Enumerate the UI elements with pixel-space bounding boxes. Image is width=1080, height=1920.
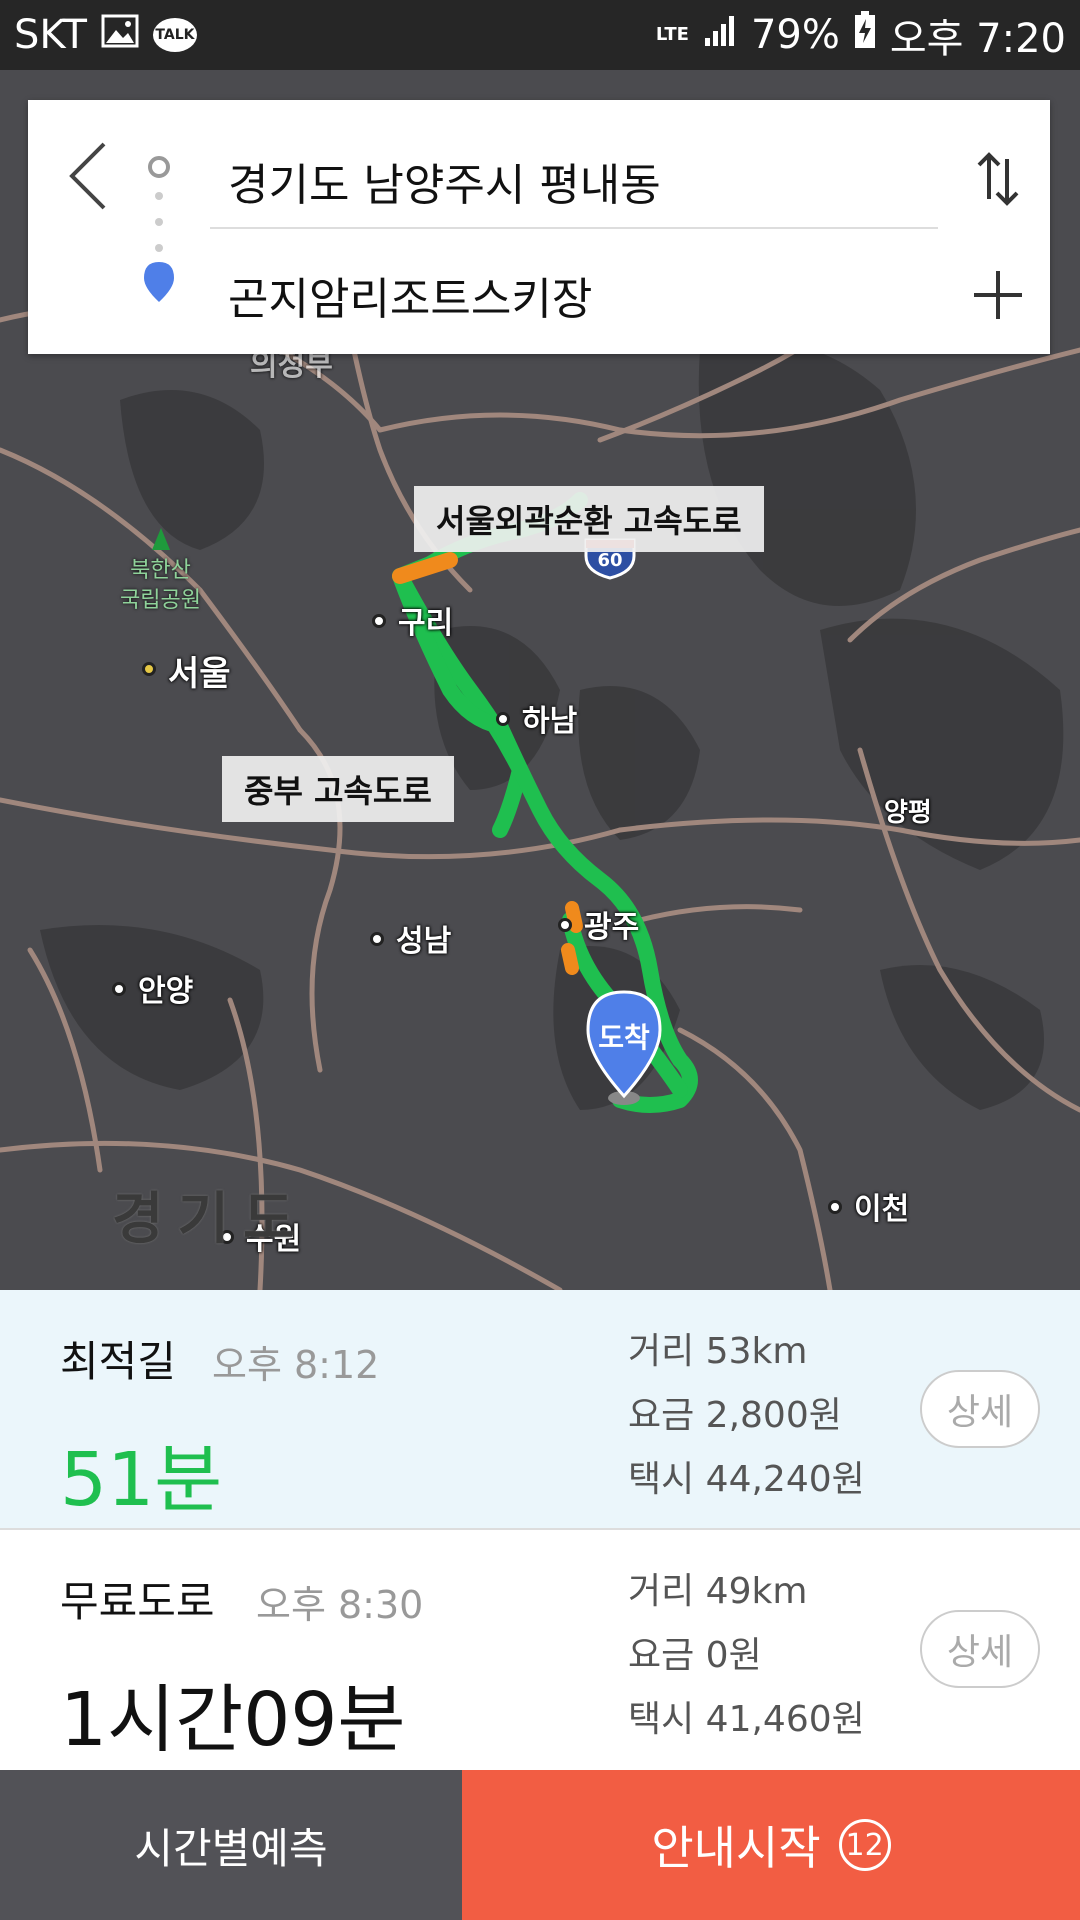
swap-route-button[interactable]: [968, 134, 1028, 224]
destination-marker-icon: [142, 260, 176, 304]
route-arrival-time: 오후 8:30: [256, 1583, 424, 1627]
gwangju-label: 광주: [584, 910, 640, 945]
hanam-dot: [496, 712, 510, 726]
park-label-text: 북한산 국립공원: [120, 558, 201, 613]
route-distance: 거리 53km: [628, 1331, 808, 1372]
route-toll: 요금 2,800원: [628, 1395, 842, 1436]
gyeonggi-region-label: 경기도: [112, 1187, 309, 1252]
anyang-dot: [112, 982, 126, 996]
add-waypoint-button[interactable]: [968, 250, 1028, 340]
battery-percent: 79%: [750, 12, 840, 58]
park-label: 북한산 국립공원: [120, 556, 201, 616]
route-option-optimal[interactable]: 최적길 오후 8:12 51분 거리 53km 요금 2,800원 택시 44,…: [0, 1290, 1080, 1530]
park-tree-icon: [152, 528, 170, 550]
highway-shield-number: 60: [597, 550, 623, 571]
countdown-badge: 12: [838, 1819, 891, 1871]
back-button[interactable]: [58, 126, 118, 226]
seongnam-label: 성남: [396, 924, 452, 959]
route-taxi-fare: 택시 41,460원: [628, 1699, 865, 1740]
start-navigation-label: 안내시작: [651, 1821, 821, 1875]
gwangju-dot: [558, 918, 572, 932]
ring-expressway-callout[interactable]: 서울외곽순환 고속도로: [414, 486, 764, 552]
carrier-label: SKT: [14, 12, 87, 58]
route-distance: 거리 49km: [628, 1571, 808, 1612]
route-info: 거리 53km 요금 2,800원 택시 44,240원: [628, 1320, 865, 1512]
icheon-label: 이천: [854, 1192, 910, 1227]
route-search-card: 경기도 남양주시 평내동 곤지암리조트스키장: [28, 100, 1050, 354]
back-arrow-icon: [69, 142, 106, 210]
route-toll: 요금 0원: [628, 1635, 762, 1676]
start-navigation-button[interactable]: 안내시작 12: [462, 1770, 1080, 1920]
anyang-label: 안양: [138, 974, 194, 1009]
battery-charging-icon: [854, 11, 876, 59]
time-prediction-button[interactable]: 시간별예측: [0, 1770, 462, 1920]
route-duration: 51분: [60, 1437, 223, 1523]
signal-icon: [703, 12, 737, 58]
field-divider: [210, 227, 938, 229]
origin-field[interactable]: 경기도 남양주시 평내동: [228, 136, 928, 226]
route-duration: 1시간09분: [60, 1677, 406, 1763]
status-bar: SKT TALK LTE 79% 오후 7:20: [0, 0, 1080, 70]
destination-field[interactable]: 곤지암리조트스키장: [228, 250, 928, 340]
lte-indicator: LTE: [655, 24, 689, 45]
route-info: 거리 49km 요금 0원 택시 41,460원: [628, 1560, 865, 1752]
yangpyeong-label: 양평: [884, 798, 932, 828]
guri-label: 구리: [398, 606, 454, 641]
swap-arrows-icon: [977, 152, 1019, 206]
image-notification-icon: [101, 12, 139, 58]
origin-marker-icon: [148, 156, 170, 178]
plus-icon: [974, 271, 1022, 319]
guri-dot: [372, 614, 386, 628]
route-detail-button[interactable]: 상세: [920, 1610, 1040, 1688]
icheon-dot: [828, 1200, 842, 1214]
hanam-label: 하남: [522, 704, 578, 739]
kakaotalk-notification-icon: TALK: [152, 18, 197, 52]
clock: 오후 7:20: [889, 16, 1066, 62]
route-name: 최적길: [60, 1337, 176, 1386]
route-detail-button[interactable]: 상세: [920, 1370, 1040, 1448]
route-option-free-road[interactable]: 무료도로 오후 8:30 1시간09분 거리 49km 요금 0원 택시 41,…: [0, 1530, 1080, 1770]
route-arrival-time: 오후 8:12: [212, 1343, 380, 1387]
seoul-dot: [142, 662, 156, 676]
route-name: 무료도로: [60, 1577, 215, 1626]
route-taxi-fare: 택시 44,240원: [628, 1459, 865, 1500]
jungbu-expressway-callout[interactable]: 중부 고속도로: [222, 756, 454, 822]
route-connector-dots: [155, 192, 163, 252]
destination-pin[interactable]: 도착: [586, 990, 662, 1100]
bottom-action-bar: 시간별예측 안내시작 12: [0, 1770, 1080, 1920]
seoul-label: 서울: [168, 654, 231, 694]
destination-pin-label: 도착: [598, 1021, 650, 1054]
seongnam-dot: [370, 932, 384, 946]
